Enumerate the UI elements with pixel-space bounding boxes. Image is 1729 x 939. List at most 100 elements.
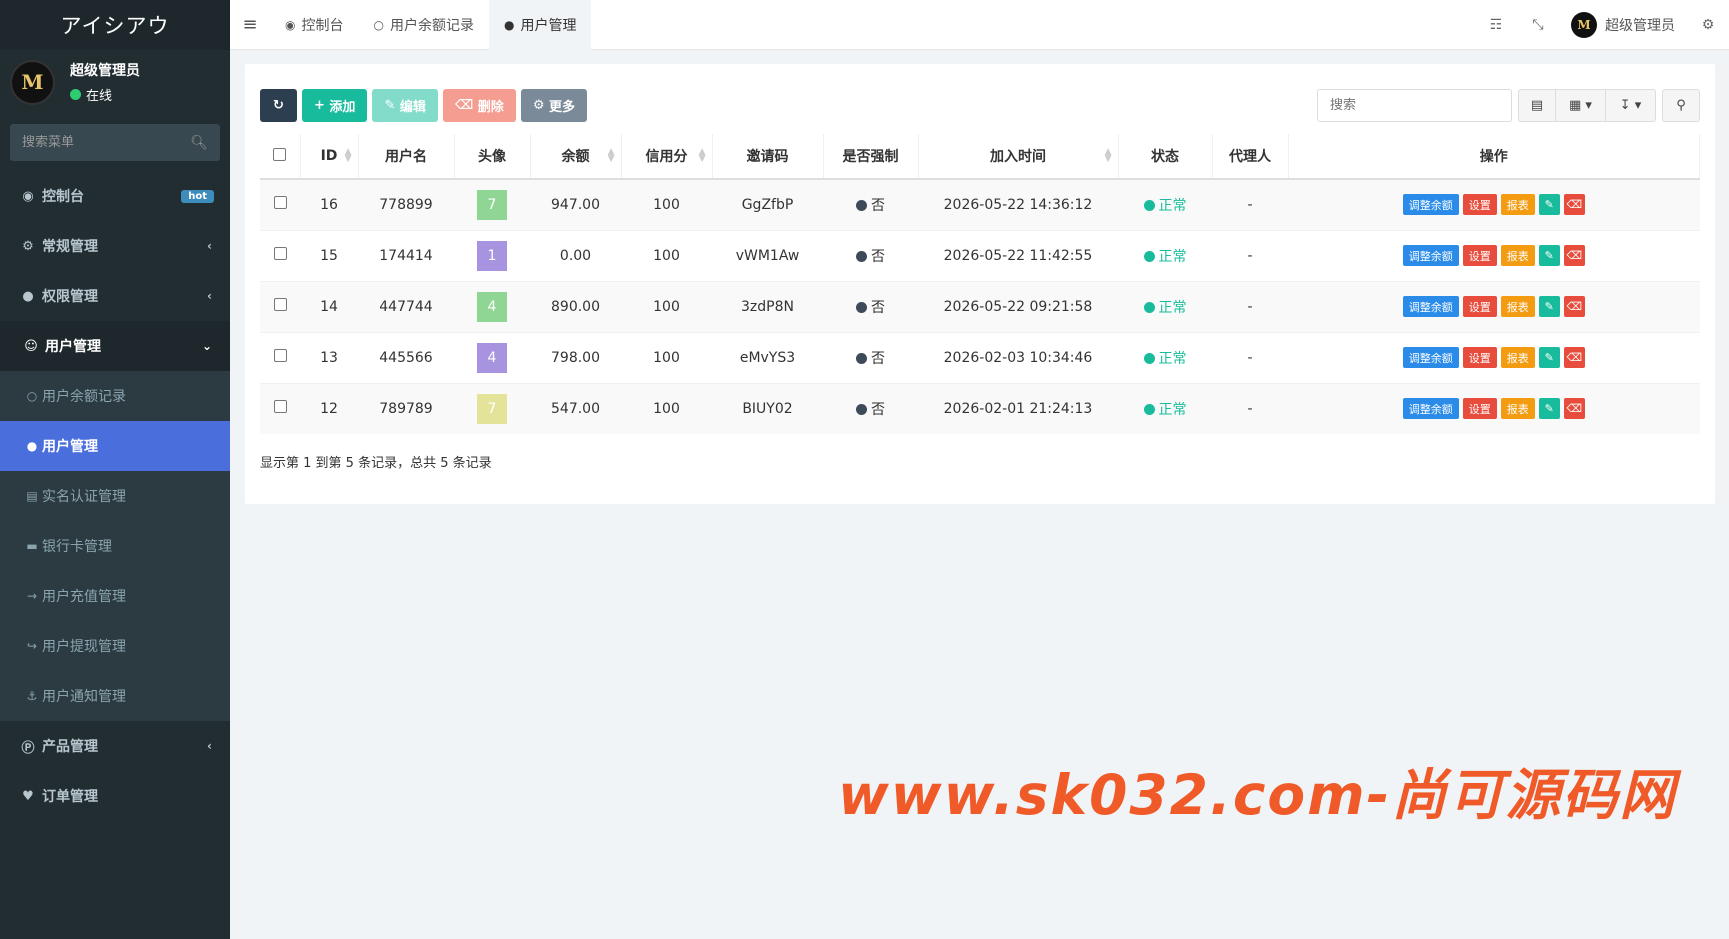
sidebar-item-notification[interactable]: ⚓ 用户通知管理 <box>0 671 230 721</box>
edit-row-button[interactable]: ✎ <box>1538 347 1560 368</box>
sidebar-item-withdraw[interactable]: ↪ 用户提现管理 <box>0 621 230 671</box>
row-select-cell[interactable] <box>260 382 300 434</box>
col-id[interactable]: ID ▲ ▼ <box>300 134 359 180</box>
product-icon: Ⓟ <box>21 740 35 756</box>
settings-button[interactable]: 设置 <box>1462 296 1497 317</box>
sidebar-item-bank-card[interactable]: ▬ 银行卡管理 <box>0 521 230 571</box>
menu-toggle-icon[interactable]: ≡ <box>230 14 270 35</box>
settings-button[interactable]: 设置 <box>1462 347 1497 368</box>
sidebar-search[interactable]: 🔍︎ <box>10 124 220 161</box>
cell-agent: - <box>1212 331 1288 383</box>
settings-button[interactable]: 设置 <box>1462 398 1497 420</box>
row-select-cell[interactable] <box>260 229 300 281</box>
cell-balance: 0.00 <box>530 229 621 281</box>
cell-actions: 调整余额 设置 报表 ✎ ⌫ <box>1288 331 1700 383</box>
cell-username: 789789 <box>358 382 454 434</box>
credit-card-icon: ▬ <box>26 539 38 553</box>
edit-button[interactable]: ✎ 编辑 <box>372 89 438 122</box>
col-join-time[interactable]: 加入时间 ▲ ▼ <box>918 134 1119 180</box>
edit-row-button[interactable]: ✎ <box>1538 296 1560 317</box>
tab-dashboard[interactable]: ◉ 控制台 <box>270 0 358 50</box>
adjust-balance-button[interactable]: 调整余额 <box>1402 347 1459 368</box>
users-submenu: ○ 用户余额记录 ● 用户管理 ▤ 实名认证管理 ▬ 银行卡管理 → 用户充值管… <box>0 371 230 721</box>
delete-row-button[interactable]: ⌫ <box>1563 245 1585 266</box>
sidebar-item-auth[interactable]: ● 权限管理 ‹ <box>0 271 230 321</box>
report-button[interactable]: 报表 <box>1500 347 1535 368</box>
header-user-menu[interactable]: M 超级管理员 <box>1559 11 1687 38</box>
cell-agent: - <box>1212 382 1288 434</box>
content-panel: ↻ + 添加 ✎ 编辑 ⌫ 删除 ⚙ 更多 ▤ ▦ ▾ ↧ ▾ ⚲ ID▲▼ 用… <box>245 64 1715 504</box>
tab-balance-records[interactable]: ○ 用户余额记录 <box>358 0 488 50</box>
row-checkbox[interactable] <box>273 247 287 260</box>
delete-row-button[interactable]: ⌫ <box>1563 194 1585 216</box>
sidebar-item-users[interactable]: ☺ 用户管理 ⌄ <box>0 321 230 371</box>
sidebar-item-user-management[interactable]: ● 用户管理 <box>0 421 230 471</box>
translate-icon[interactable]: ☶ <box>1475 17 1517 33</box>
row-checkbox[interactable] <box>273 196 287 210</box>
row-checkbox[interactable] <box>273 400 287 414</box>
row-select-cell[interactable] <box>260 178 300 230</box>
settings-icon[interactable]: ⚙ <box>1687 17 1729 33</box>
sidebar-item-dashboard[interactable]: ◉ 控制台 hot <box>0 171 230 221</box>
sidebar-search-input[interactable] <box>22 135 182 150</box>
delete-row-button[interactable]: ⌫ <box>1563 398 1585 420</box>
more-button[interactable]: ⚙ 更多 <box>520 89 588 122</box>
report-button[interactable]: 报表 <box>1500 296 1535 317</box>
cell-balance: 890.00 <box>530 280 621 332</box>
sidebar-item-balance-records[interactable]: ○ 用户余额记录 <box>0 371 230 421</box>
settings-button[interactable]: 设置 <box>1462 245 1497 266</box>
search-button[interactable]: ⚲ <box>1662 89 1700 122</box>
select-all-checkbox[interactable] <box>273 147 287 161</box>
download-icon: ↧ ▾ <box>1619 98 1642 113</box>
row-checkbox[interactable] <box>273 298 287 311</box>
add-button[interactable]: + 添加 <box>302 89 368 122</box>
fullscreen-icon[interactable]: ⤡ <box>1517 17 1559 33</box>
settings-button[interactable]: 设置 <box>1462 194 1497 216</box>
report-button[interactable]: 报表 <box>1500 245 1535 266</box>
table-search-input[interactable] <box>1317 89 1512 122</box>
delete-row-button[interactable]: ⌫ <box>1563 347 1585 368</box>
tab-user-management[interactable]: ● 用户管理 <box>488 0 592 50</box>
report-button[interactable]: 报表 <box>1500 398 1535 420</box>
col-credit[interactable]: 信用分 ▲ ▼ <box>621 134 713 180</box>
sidebar-item-products[interactable]: Ⓟ 产品管理 ‹ <box>0 721 230 771</box>
pencil-icon: ✎ <box>1544 351 1554 364</box>
search-icon[interactable]: 🔍︎ <box>190 135 208 151</box>
export-button[interactable]: ↧ ▾ <box>1606 89 1656 122</box>
dashboard-icon: ◉ <box>285 17 296 32</box>
select-all-header[interactable] <box>260 134 301 180</box>
list-icon: ▤ <box>1530 98 1544 113</box>
adjust-balance-button[interactable]: 调整余额 <box>1402 296 1459 317</box>
col-balance[interactable]: 余额 ▲ ▼ <box>530 134 622 180</box>
row-select-cell[interactable] <box>260 280 300 332</box>
col-invite-code: 邀请码 <box>712 134 824 180</box>
delete-button[interactable]: ⌫ 删除 <box>442 89 516 122</box>
sidebar-menu: ◉ 控制台 hot ⚙ 常规管理 ‹ ● 权限管理 ‹ ☺ 用户管理 ⌄ ○ 用… <box>0 171 230 821</box>
cell-invite-code: eMvYS3 <box>712 331 823 383</box>
toggle-view-button[interactable]: ▤ <box>1518 89 1556 122</box>
sidebar-item-realname[interactable]: ▤ 实名认证管理 <box>0 471 230 521</box>
sidebar-item-recharge[interactable]: → 用户充值管理 <box>0 571 230 621</box>
report-button[interactable]: 报表 <box>1500 194 1535 216</box>
edit-row-button[interactable]: ✎ <box>1538 398 1560 420</box>
table-row: 16 778899 7 947.00 100 GgZfbP 否 2026-05-22 14:3… <box>260 178 1700 230</box>
delete-row-button[interactable]: ⌫ <box>1563 296 1585 317</box>
row-checkbox[interactable] <box>273 349 287 362</box>
refresh-button[interactable]: ↻ <box>260 89 297 122</box>
cell-balance: 798.00 <box>530 331 621 383</box>
sidebar-item-general[interactable]: ⚙ 常规管理 ‹ <box>0 221 230 271</box>
cell-invite-code: vWM1Aw <box>712 229 823 281</box>
edit-row-button[interactable]: ✎ <box>1538 194 1560 216</box>
edit-row-button[interactable]: ✎ <box>1538 245 1560 266</box>
table-row: 12 789789 7 547.00 100 BIUY02 否 2026-02-01 21:2… <box>260 382 1700 434</box>
adjust-balance-button[interactable]: 调整余额 <box>1402 398 1459 420</box>
cell-invite-code: 3zdP8N <box>712 280 823 332</box>
columns-icon: ▦ ▾ <box>1569 98 1592 113</box>
adjust-balance-button[interactable]: 调整余额 <box>1402 245 1459 266</box>
brand-logo[interactable]: アイシアウ <box>0 0 230 50</box>
adjust-balance-button[interactable]: 调整余额 <box>1402 194 1459 216</box>
status-dot-icon <box>856 302 867 313</box>
row-select-cell[interactable] <box>260 331 300 383</box>
sidebar-item-orders[interactable]: ♥ 订单管理 <box>0 771 230 821</box>
columns-button[interactable]: ▦ ▾ <box>1556 89 1606 122</box>
